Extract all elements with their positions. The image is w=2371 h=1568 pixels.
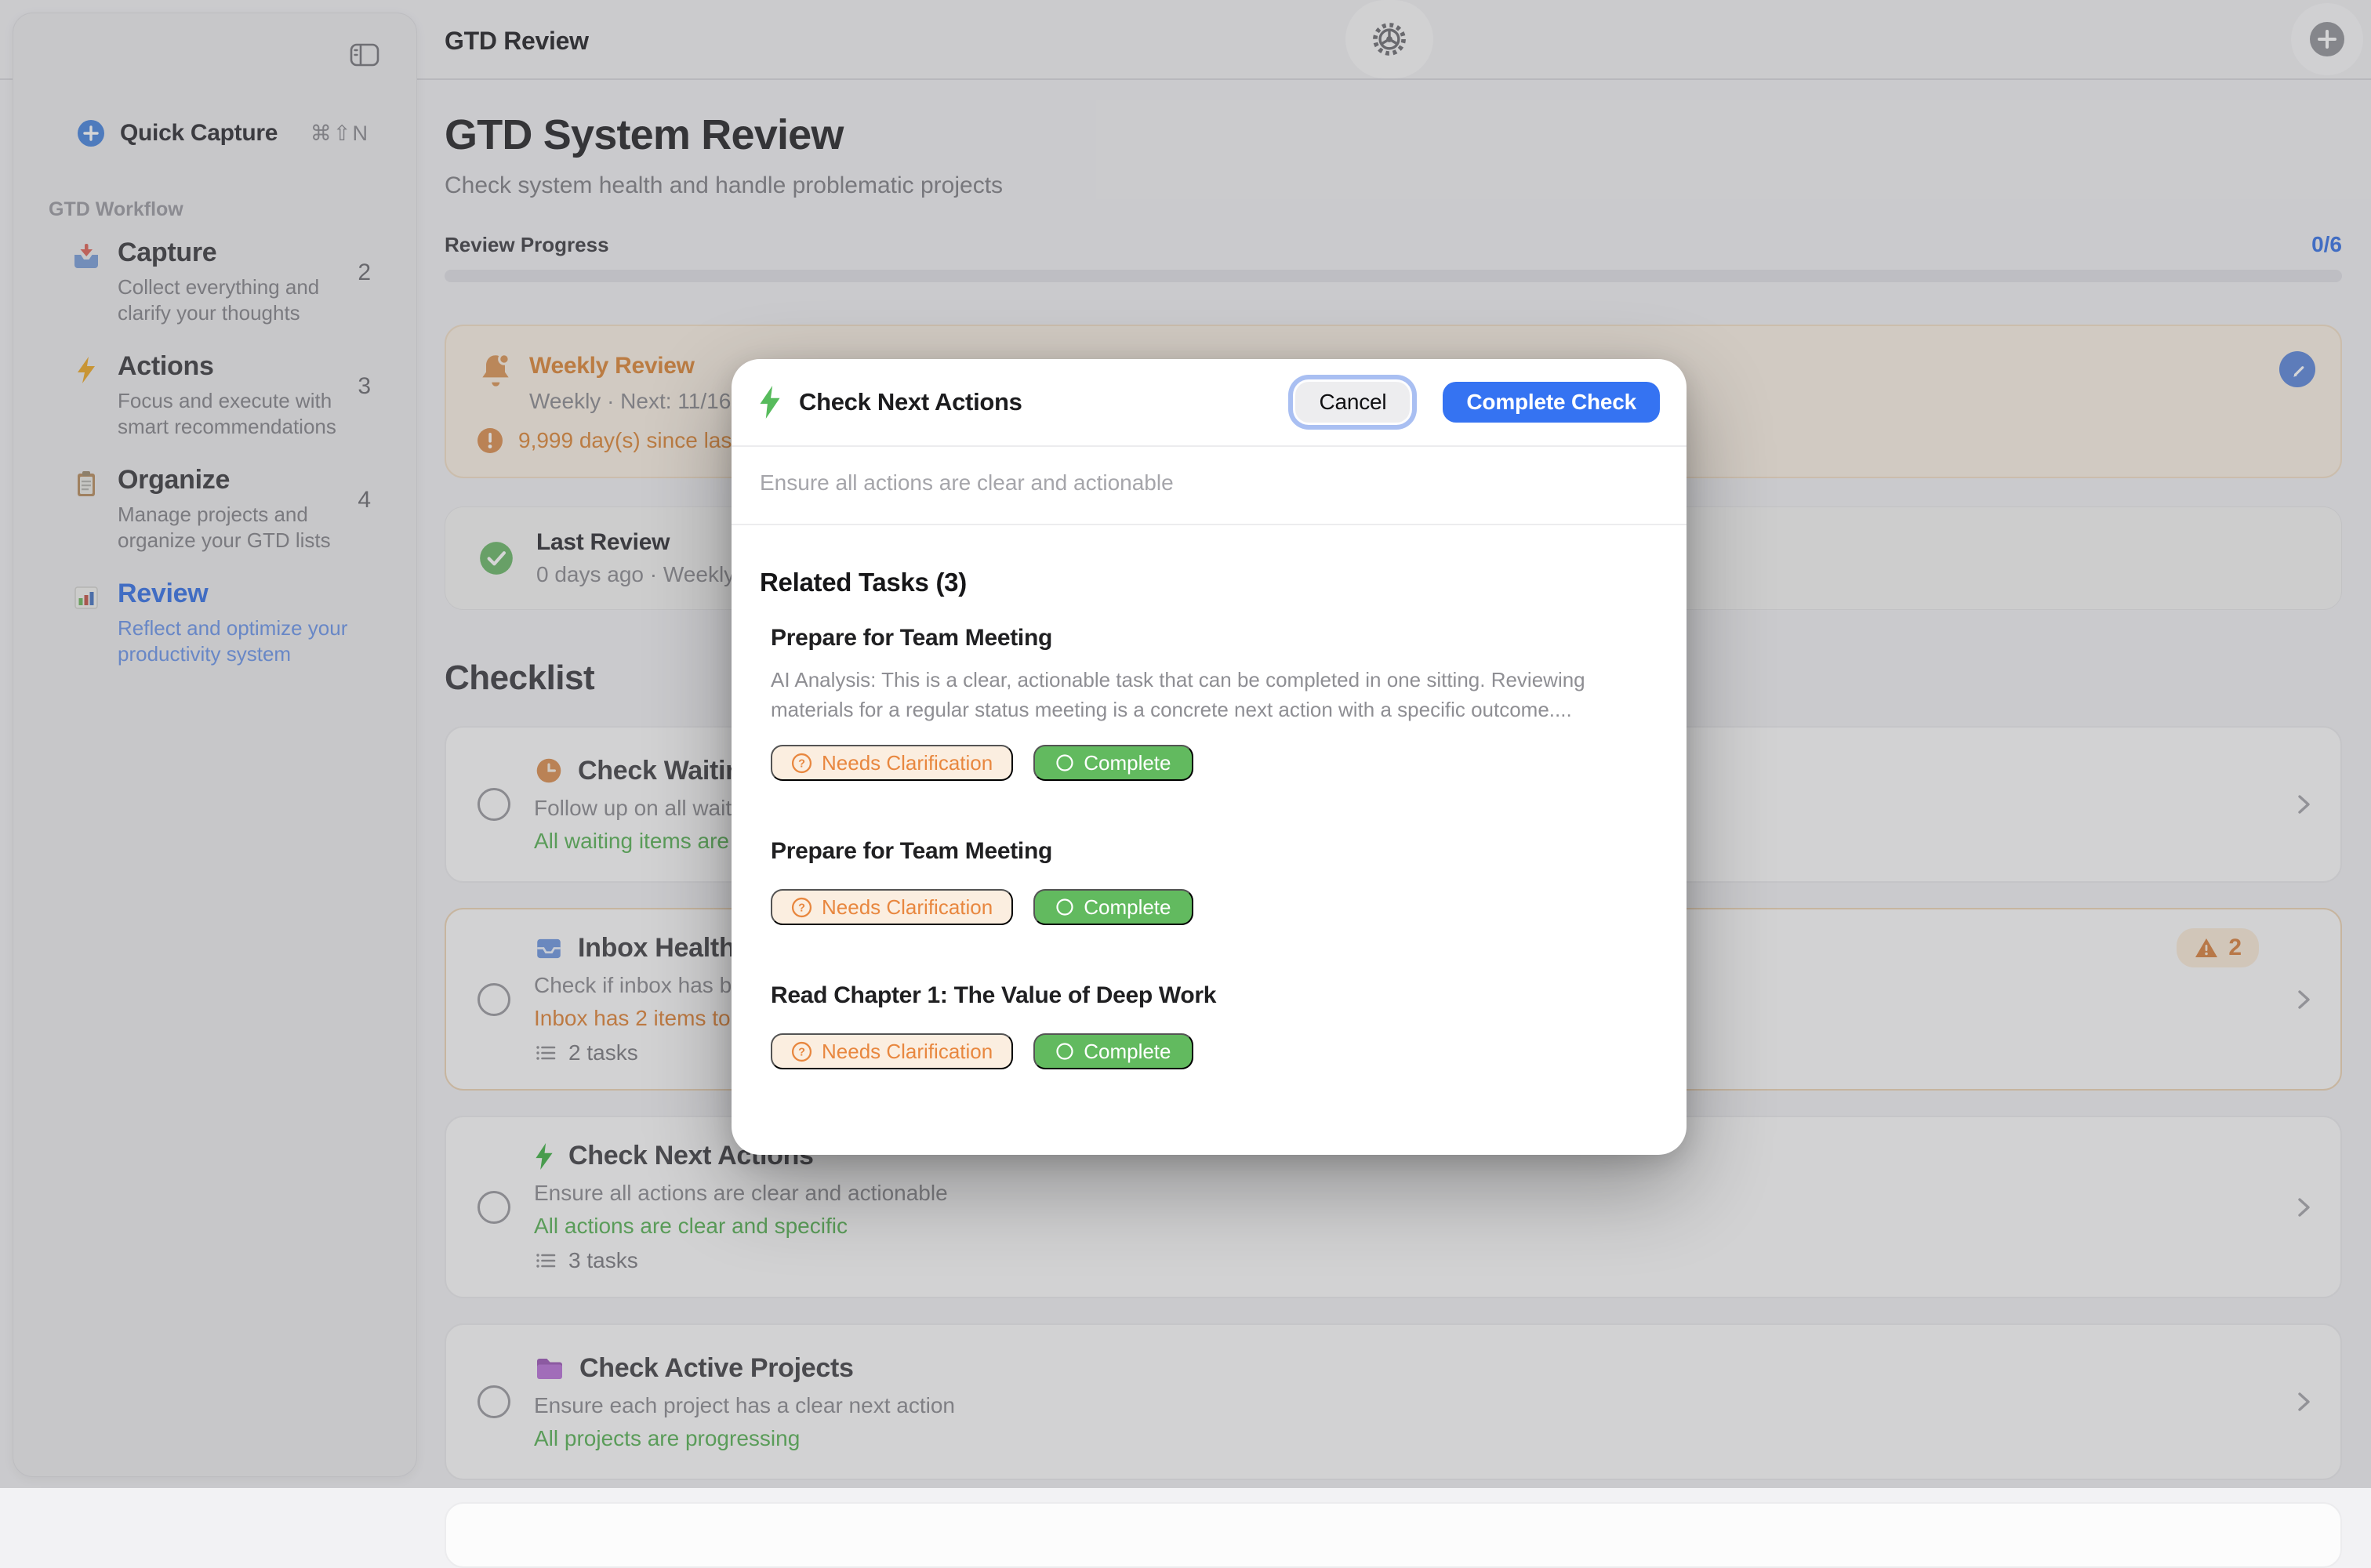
question-circle-icon: ? xyxy=(791,753,812,774)
complete-task-label: Complete xyxy=(1084,1040,1171,1064)
task-ai-analysis: AI Analysis: This is a clear, actionable… xyxy=(771,665,1610,724)
circle-outline-icon xyxy=(1055,753,1074,772)
related-task: Read Chapter 1: The Value of Deep Work ?… xyxy=(760,980,1658,1069)
complete-task-button[interactable]: Complete xyxy=(1033,889,1193,925)
task-title: Read Chapter 1: The Value of Deep Work xyxy=(771,980,1658,1011)
needs-clarification-button[interactable]: ? Needs Clarification xyxy=(771,889,1013,925)
needs-clarification-button[interactable]: ? Needs Clarification xyxy=(771,745,1013,781)
check-next-actions-dialog: Check Next Actions Cancel Complete Check… xyxy=(732,359,1687,1155)
complete-check-button[interactable]: Complete Check xyxy=(1443,382,1660,423)
task-title: Prepare for Team Meeting xyxy=(771,836,1658,867)
circle-outline-icon xyxy=(1055,1042,1074,1061)
complete-task-label: Complete xyxy=(1084,895,1171,920)
svg-text:?: ? xyxy=(798,902,805,914)
related-task: Prepare for Team Meeting AI Analysis: Th… xyxy=(760,622,1658,781)
svg-text:?: ? xyxy=(798,1046,805,1058)
complete-task-button[interactable]: Complete xyxy=(1033,745,1193,781)
svg-text:?: ? xyxy=(798,757,805,770)
task-title: Prepare for Team Meeting xyxy=(771,622,1658,654)
needs-clarification-button[interactable]: ? Needs Clarification xyxy=(771,1033,1013,1069)
complete-task-button[interactable]: Complete xyxy=(1033,1033,1193,1069)
needs-clarification-label: Needs Clarification xyxy=(822,895,993,920)
question-circle-icon: ? xyxy=(791,897,812,918)
dialog-title: Check Next Actions xyxy=(799,388,1278,416)
lightning-green-icon xyxy=(758,385,782,419)
complete-task-label: Complete xyxy=(1084,751,1171,775)
needs-clarification-label: Needs Clarification xyxy=(822,751,993,775)
circle-outline-icon xyxy=(1055,898,1074,916)
related-tasks-heading: Related Tasks (3) xyxy=(760,568,1658,597)
cancel-button[interactable]: Cancel xyxy=(1295,382,1410,423)
dialog-hint: Ensure all actions are clear and actiona… xyxy=(732,447,1687,525)
related-task: Prepare for Team Meeting ? Needs Clarifi… xyxy=(760,836,1658,925)
question-circle-icon: ? xyxy=(791,1041,812,1062)
checklist-item-partial xyxy=(445,1502,2342,1568)
needs-clarification-label: Needs Clarification xyxy=(822,1040,993,1064)
